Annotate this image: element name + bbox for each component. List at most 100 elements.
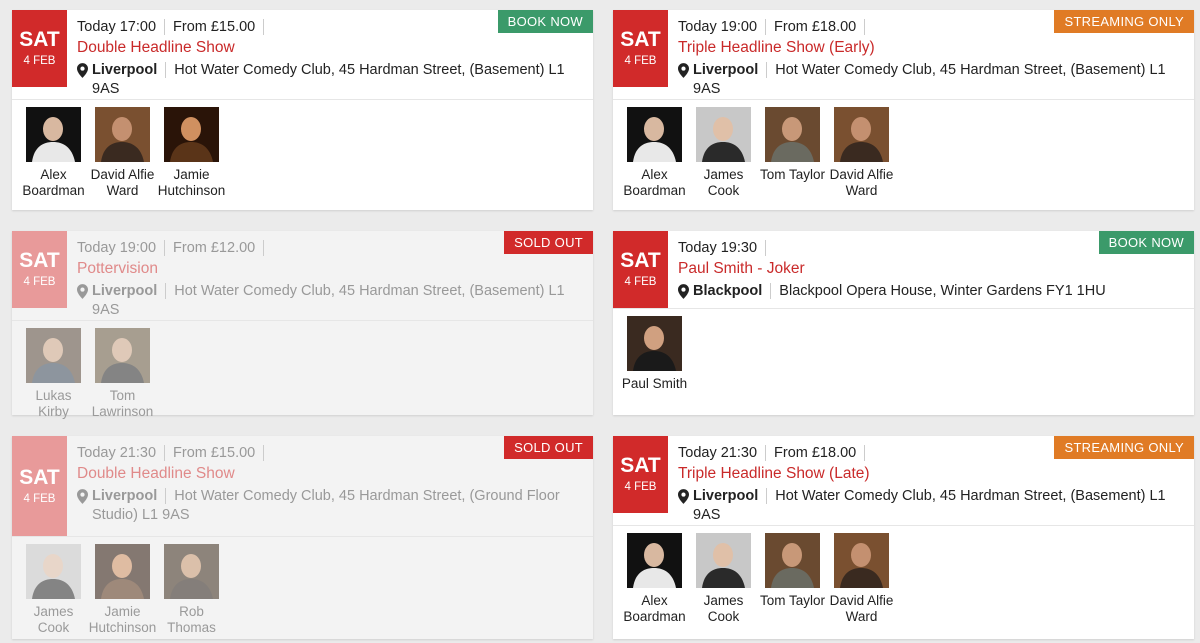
event-title[interactable]: Paul Smith - Joker [678,260,1194,278]
act-item[interactable]: Paul Smith [620,316,689,392]
address-block: Liverpool Hot Water Comedy Club, 45 Hardm… [693,61,1194,99]
act-name: David Alfie Ward [90,167,155,198]
act-photo[interactable] [95,544,150,599]
act-item[interactable]: Alex Boardman [620,533,689,625]
act-item[interactable]: James Cook [689,107,758,199]
act-item[interactable]: Lukas Kirby [19,328,88,420]
day-of-week: SAT [620,28,661,51]
act-photo[interactable] [26,544,81,599]
event-header: SAT 4 FEB Today 21:30 From £15.00 Double… [12,436,593,537]
act-item[interactable]: James Cook [19,544,88,636]
event-time: Today 19:30 [678,239,767,256]
act-photo[interactable] [95,328,150,383]
act-item[interactable]: Jamie Hutchinson [157,107,226,199]
act-name: James Cook [33,604,74,635]
act-name: James Cook [703,593,744,624]
sold-out-badge[interactable]: SOLD OUT [504,231,593,254]
act-name: Rob Thomas [167,604,216,635]
event-location: Liverpool Hot Water Comedy Club, 45 Hardm… [77,487,593,525]
event-time: Today 21:30 [77,444,166,461]
act-photo[interactable] [164,107,219,162]
avatar [95,107,150,162]
event-card[interactable]: SAT 4 FEB Today 19:30 Paul Smith - Joker… [613,231,1194,415]
act-item[interactable]: David Alfie Ward [827,533,896,625]
day-of-week: SAT [19,249,60,272]
event-header: SAT 4 FEB Today 19:30 Paul Smith - Joker… [613,231,1194,309]
book-now-button[interactable]: BOOK NOW [497,10,593,33]
event-city: Liverpool [92,283,167,299]
event-price: From £18.00 [766,444,866,461]
event-title[interactable]: Double Headline Show [77,39,593,57]
event-card[interactable]: SAT 4 FEB Today 17:00 From £15.00 Double… [12,10,593,210]
event-location: Blackpool Blackpool Opera House, Winter G… [678,282,1194,301]
act-name: Tom Lawrinson [91,388,154,419]
address-block: Liverpool Hot Water Comedy Club, 45 Hardm… [693,487,1194,525]
act-photo[interactable] [834,533,889,588]
book-now-button[interactable]: BOOK NOW [1098,231,1194,254]
act-name: James Cook [703,167,744,198]
event-location: Liverpool Hot Water Comedy Club, 45 Hardm… [678,61,1194,99]
event-card[interactable]: SAT 4 FEB Today 19:00 From £12.00 Potter… [12,231,593,419]
act-item[interactable]: Rob Thomas [157,544,226,636]
event-city: Liverpool [693,488,768,504]
event-title[interactable]: Triple Headline Show (Early) [678,39,1194,57]
act-photo[interactable] [765,533,820,588]
act-photo[interactable] [26,107,81,162]
avatar [765,107,820,162]
act-item[interactable]: Tom Lawrinson [88,328,157,420]
streaming-only-badge[interactable]: STREAMING ONLY [1054,10,1194,33]
act-item[interactable]: Tom Taylor [758,533,827,625]
act-item[interactable]: David Alfie Ward [88,107,157,199]
act-name: Alex Boardman [22,167,85,198]
event-price: From £15.00 [165,444,265,461]
map-pin-icon [77,63,88,78]
act-photo[interactable] [26,328,81,383]
event-date: 4 FEB [23,492,56,505]
event-price: From £12.00 [165,239,265,256]
event-time: Today 21:30 [678,444,767,461]
map-pin-icon [77,284,88,299]
avatar [627,107,682,162]
act-photo[interactable] [627,107,682,162]
act-item[interactable]: Jamie Hutchinson [88,544,157,636]
act-photo[interactable] [696,533,751,588]
address-block: Liverpool Hot Water Comedy Club, 45 Hardm… [92,487,593,525]
act-photo[interactable] [627,533,682,588]
avatar [164,107,219,162]
event-title[interactable]: Pottervision [77,260,593,278]
streaming-only-badge[interactable]: STREAMING ONLY [1054,436,1194,459]
event-location: Liverpool Hot Water Comedy Club, 45 Hardm… [77,282,593,320]
event-card[interactable]: SAT 4 FEB Today 21:30 From £18.00 Triple… [613,436,1194,639]
act-photo[interactable] [164,544,219,599]
act-item[interactable]: David Alfie Ward [827,107,896,199]
event-card[interactable]: SAT 4 FEB Today 21:30 From £15.00 Double… [12,436,593,639]
event-header: SAT 4 FEB Today 17:00 From £15.00 Double… [12,10,593,100]
act-name: Lukas Kirby [35,388,72,419]
act-item[interactable]: Alex Boardman [19,107,88,199]
act-photo[interactable] [834,107,889,162]
act-item[interactable]: James Cook [689,533,758,625]
event-title[interactable]: Double Headline Show [77,465,593,483]
event-header: SAT 4 FEB Today 21:30 From £18.00 Triple… [613,436,1194,526]
act-photo[interactable] [627,316,682,371]
act-item[interactable]: Tom Taylor [758,107,827,199]
act-name: Jamie Hutchinson [88,604,157,635]
event-time: Today 17:00 [77,18,166,35]
acts-row: Paul Smith [613,309,1194,392]
avatar [696,533,751,588]
day-of-week: SAT [19,465,60,489]
map-pin-icon [678,63,689,78]
act-photo[interactable] [95,107,150,162]
event-card[interactable]: SAT 4 FEB Today 19:00 From £18.00 Triple… [613,10,1194,210]
act-photo[interactable] [696,107,751,162]
date-box: SAT 4 FEB [12,10,67,87]
act-photo[interactable] [765,107,820,162]
event-city: Blackpool [693,283,772,299]
sold-out-badge[interactable]: SOLD OUT [504,436,593,459]
act-name: Paul Smith [621,376,688,391]
act-item[interactable]: Alex Boardman [620,107,689,199]
date-box: SAT 4 FEB [12,436,67,536]
event-title[interactable]: Triple Headline Show (Late) [678,465,1194,483]
event-date: 4 FEB [23,55,56,67]
event-city: Liverpool [92,62,167,78]
